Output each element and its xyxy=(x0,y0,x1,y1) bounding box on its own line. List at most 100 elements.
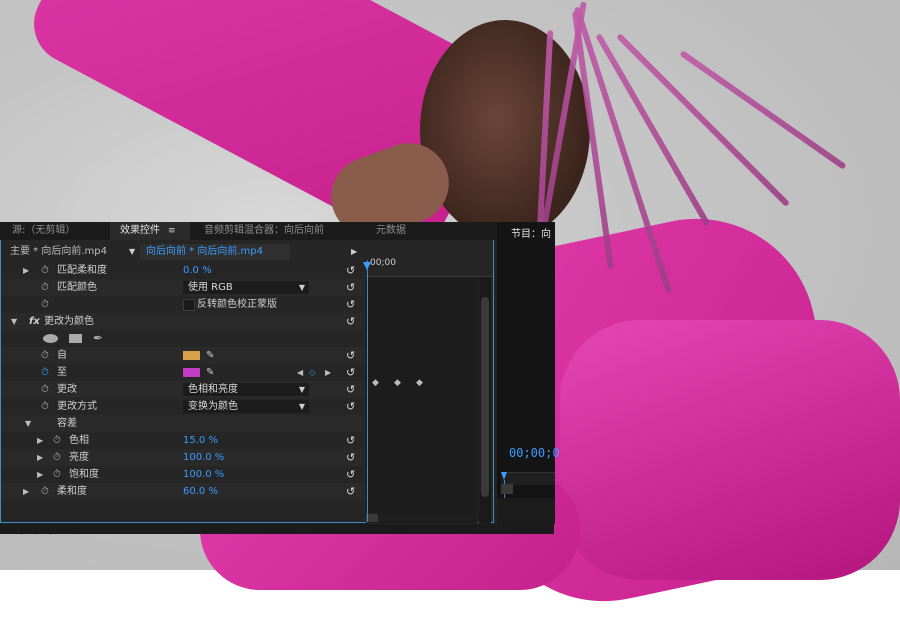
change-by-dropdown[interactable]: 变换为颜色 ▼ xyxy=(183,400,309,413)
vertical-scrollbar[interactable] xyxy=(479,277,491,523)
tab-audio-clip-mixer[interactable]: 音频剪辑混合器：向后向前 xyxy=(204,222,324,240)
rectangle-mask-icon[interactable] xyxy=(69,334,82,343)
collapse-triangle-icon[interactable]: ▼ xyxy=(25,415,31,432)
stopwatch-icon[interactable]: ⏱ xyxy=(41,398,49,415)
reset-icon[interactable]: ↺ xyxy=(346,432,355,449)
stopwatch-icon[interactable]: ⏱ xyxy=(41,381,49,398)
expand-triangle-icon[interactable]: ▶ xyxy=(37,432,43,449)
stopwatch-icon[interactable]: ⏱ xyxy=(53,449,61,466)
playhead-handle[interactable] xyxy=(363,262,371,270)
row-saturation: ▶ ⏱ 饱和度 100.0 % ↺ xyxy=(1,466,365,483)
to-color-swatch[interactable] xyxy=(183,368,200,377)
program-scroll-thumb[interactable] xyxy=(501,484,513,494)
dropdown-value: 色相和亮度 xyxy=(188,384,238,395)
stopwatch-icon[interactable]: ⏱ xyxy=(41,279,49,296)
horizontal-scrollbar[interactable] xyxy=(366,513,478,523)
checkbox-label: 反转颜色校正蒙版 xyxy=(197,299,277,310)
row-tolerance: ▼ 容差 xyxy=(1,415,365,432)
keyframe-icon[interactable]: ◆ xyxy=(372,378,379,388)
keyframe-track[interactable] xyxy=(366,277,478,523)
row-change: ⏱ 更改 色相和亮度 ▼ ↺ xyxy=(1,381,365,398)
property-label: 匹配颜色 xyxy=(57,282,97,293)
reset-icon[interactable]: ↺ xyxy=(346,313,355,330)
reset-icon[interactable]: ↺ xyxy=(346,364,355,381)
property-label: 自 xyxy=(57,350,67,361)
tab-effect-controls[interactable]: 效果控件 ≡ xyxy=(110,222,190,240)
stopwatch-icon[interactable]: ⏱ xyxy=(41,364,49,381)
row-from-color: ⏱ 自 ✎ ↺ xyxy=(1,347,365,364)
stopwatch-icon[interactable]: ⏱ xyxy=(41,483,49,500)
reset-icon[interactable]: ↺ xyxy=(346,279,355,296)
keyframe-icon[interactable]: ◆ xyxy=(416,378,423,388)
expand-triangle-icon[interactable]: ▶ xyxy=(37,449,43,466)
stopwatch-icon[interactable]: ⏱ xyxy=(41,347,49,364)
stopwatch-icon[interactable]: ⏱ xyxy=(53,466,61,483)
program-timecode[interactable]: 00;00;0 xyxy=(509,446,560,460)
reset-icon[interactable]: ↺ xyxy=(346,466,355,483)
property-value[interactable]: 15.0 % xyxy=(183,432,218,449)
fx-icon[interactable]: fx xyxy=(29,313,40,330)
row-effect-change-to-color: ▼ fx 更改为颜色 ↺ xyxy=(1,313,365,330)
effect-timeline[interactable]: 00;00 ◆ ◆ ◆ xyxy=(363,258,493,523)
sequence-clip-label[interactable]: 向后向前 * 向后向前.mp4 xyxy=(140,244,290,260)
tab-menu-icon[interactable]: ≡ xyxy=(168,226,176,236)
tab-effect-controls-label: 效果控件 xyxy=(120,225,160,236)
expand-triangle-icon[interactable]: ▶ xyxy=(23,483,29,500)
eyedropper-icon[interactable]: ✎ xyxy=(206,364,214,381)
panel-tabs: 源:（无剪辑） 效果控件 ≡ 音频剪辑混合器：向后向前 元数据 xyxy=(0,222,497,240)
play-triangle-icon[interactable]: ▶ xyxy=(351,244,357,260)
property-label: 亮度 xyxy=(69,452,89,463)
collapse-triangle-icon[interactable]: ▼ xyxy=(11,313,17,330)
row-change-by: ⏱ 更改方式 变换为颜色 ▼ ↺ xyxy=(1,398,365,415)
braid xyxy=(679,50,847,170)
tab-program[interactable]: 节目：向 xyxy=(511,225,551,240)
reset-icon[interactable]: ↺ xyxy=(346,296,355,313)
reset-icon[interactable]: ↺ xyxy=(346,262,355,279)
row-softness: ▶ ⏱ 柔和度 60.0 % ↺ xyxy=(1,483,365,500)
reset-icon[interactable]: ↺ xyxy=(346,381,355,398)
reset-icon[interactable]: ↺ xyxy=(346,449,355,466)
reset-icon[interactable]: ↺ xyxy=(346,483,355,500)
property-value[interactable]: 0.0 % xyxy=(183,262,212,279)
program-playhead-handle[interactable] xyxy=(501,472,507,480)
previous-keyframe-icon[interactable]: ◀ xyxy=(297,364,303,381)
property-label: 饱和度 xyxy=(69,469,99,480)
property-label: 至 xyxy=(57,367,67,378)
row-invert-mask: ⏱ 反转颜色校正蒙版 ↺ xyxy=(1,296,365,313)
match-colors-dropdown[interactable]: 使用 RGB ▼ xyxy=(183,281,309,294)
invert-mask-checkbox[interactable] xyxy=(183,299,195,311)
pen-mask-icon[interactable]: ✒ xyxy=(93,330,103,347)
reset-icon[interactable]: ↺ xyxy=(346,347,355,364)
row-to-color: ⏱ 至 ✎ ◀ ◇ ▶ ↺ xyxy=(1,364,365,381)
effect-controls-panel: 源:（无剪辑） 效果控件 ≡ 音频剪辑混合器：向后向前 元数据 主要 * 向后向前… xyxy=(0,222,554,537)
change-dropdown[interactable]: 色相和亮度 ▼ xyxy=(183,383,309,396)
time-ruler[interactable]: 00;00 xyxy=(366,258,493,277)
next-keyframe-icon[interactable]: ▶ xyxy=(325,364,331,381)
stopwatch-icon[interactable]: ⏱ xyxy=(41,262,49,279)
group-label: 容差 xyxy=(57,418,77,429)
stopwatch-icon[interactable]: ⏱ xyxy=(53,432,61,449)
expand-triangle-icon[interactable]: ▶ xyxy=(37,466,43,483)
chevron-down-icon[interactable]: ▼ xyxy=(129,244,135,260)
property-value[interactable]: 100.0 % xyxy=(183,466,224,483)
tab-source[interactable]: 源:（无剪辑） xyxy=(12,222,75,240)
from-color-swatch[interactable] xyxy=(183,351,200,360)
ellipse-mask-icon[interactable] xyxy=(43,334,58,343)
property-value[interactable]: 60.0 % xyxy=(183,483,218,500)
tab-metadata[interactable]: 元数据 xyxy=(376,222,406,240)
row-match-colors: ⏱ 匹配颜色 使用 RGB ▼ ↺ xyxy=(1,279,365,296)
add-keyframe-icon[interactable]: ◇ xyxy=(309,364,315,381)
ruler-timecode: 00;00 xyxy=(370,258,396,268)
master-clip-label[interactable]: 主要 * 向后向前.mp4 xyxy=(10,244,107,260)
chevron-down-icon: ▼ xyxy=(298,283,305,292)
property-value[interactable]: 100.0 % xyxy=(183,449,224,466)
scroll-thumb[interactable] xyxy=(481,297,489,497)
stopwatch-icon[interactable]: ⏱ xyxy=(41,296,49,313)
keyframe-icon[interactable]: ◆ xyxy=(394,378,401,388)
property-label: 更改 xyxy=(57,384,77,395)
eyedropper-icon[interactable]: ✎ xyxy=(206,347,214,364)
effect-name: 更改为颜色 xyxy=(44,316,94,327)
expand-triangle-icon[interactable]: ▶ xyxy=(23,262,29,279)
dropdown-value: 变换为颜色 xyxy=(188,401,238,412)
reset-icon[interactable]: ↺ xyxy=(346,398,355,415)
